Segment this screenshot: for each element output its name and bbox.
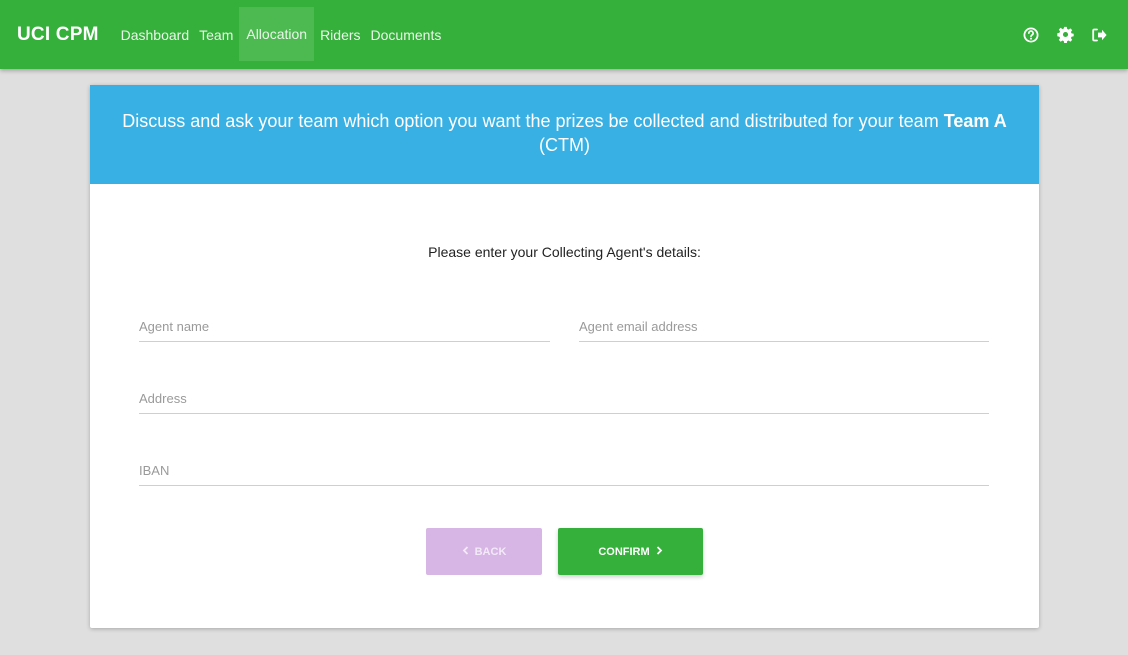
chevron-right-icon: [656, 545, 663, 558]
form-subtitle: Please enter your Collecting Agent's det…: [428, 244, 701, 260]
iban-input[interactable]: [139, 456, 989, 485]
back-button-label: BACK: [474, 545, 507, 558]
help-icon[interactable]: [1022, 26, 1040, 44]
agent-name-field: [139, 312, 550, 342]
nav-item-dashboard[interactable]: Dashboard: [117, 0, 194, 69]
back-button[interactable]: BACK: [426, 528, 542, 575]
agent-name-input[interactable]: [139, 312, 550, 341]
chevron-left-icon: [462, 545, 469, 558]
top-navbar: UCI CPM Dashboard Team Allocation Riders…: [0, 0, 1128, 69]
brand-logo-text[interactable]: UCI CPM: [17, 24, 99, 46]
address-field: [139, 384, 989, 414]
prize-collection-card: Discuss and ask your team which option y…: [90, 85, 1039, 628]
settings-gear-icon[interactable]: [1056, 26, 1074, 44]
nav-item-team[interactable]: Team: [195, 0, 237, 69]
iban-field: [139, 456, 989, 486]
agent-email-input[interactable]: [579, 312, 989, 341]
address-input[interactable]: [139, 384, 989, 413]
team-code: (CTM): [539, 135, 590, 155]
confirm-button-label: CONFIRM: [598, 545, 650, 558]
logout-icon[interactable]: [1090, 26, 1108, 44]
nav-item-riders[interactable]: Riders: [316, 0, 364, 69]
card-header-banner: Discuss and ask your team which option y…: [90, 85, 1039, 184]
header-message: Discuss and ask your team which option y…: [122, 111, 944, 131]
main-nav: Dashboard Team Allocation Riders Documen…: [117, 0, 448, 69]
nav-item-allocation[interactable]: Allocation: [239, 6, 315, 61]
team-name: Team A: [943, 111, 1007, 131]
nav-item-documents[interactable]: Documents: [367, 0, 446, 69]
agent-email-field: [579, 312, 989, 342]
top-icon-group: [1022, 26, 1108, 44]
confirm-button[interactable]: CONFIRM: [558, 528, 703, 575]
